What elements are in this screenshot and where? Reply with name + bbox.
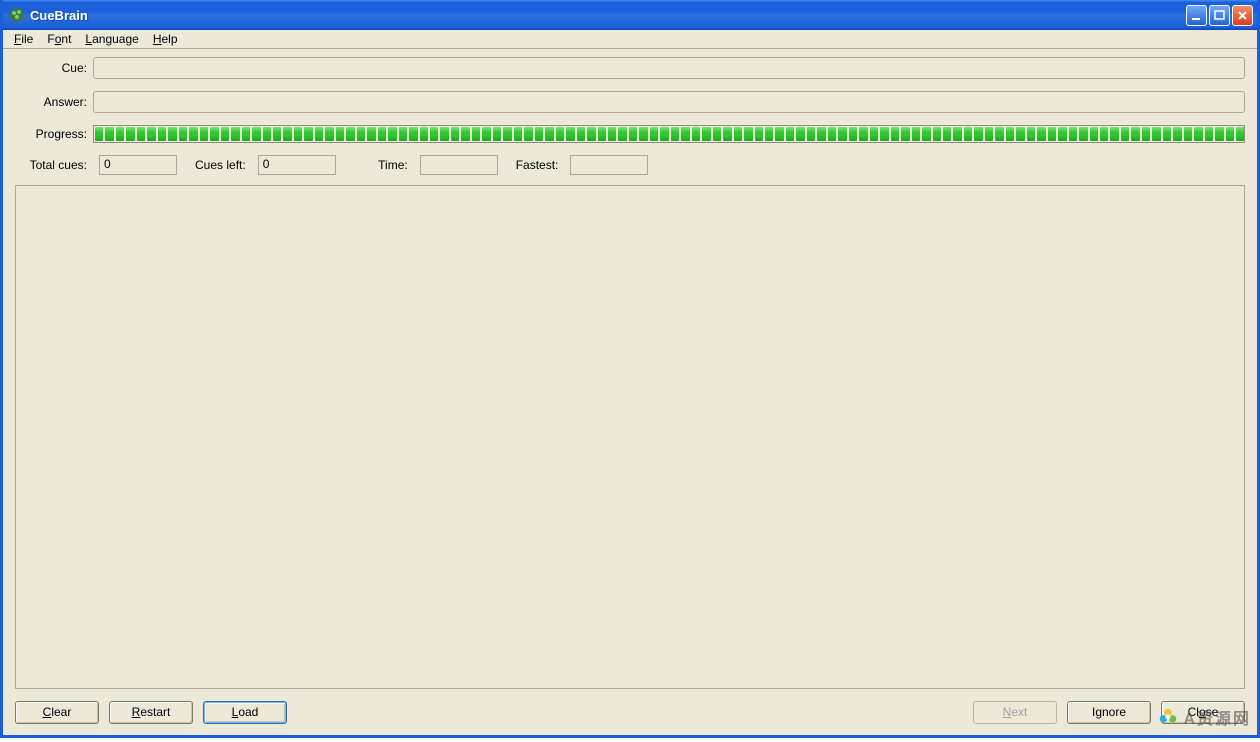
restart-button[interactable]: Restart (109, 701, 193, 724)
fastest-label: Fastest: (516, 158, 565, 172)
progress-row: Progress: (15, 125, 1245, 143)
time-value (420, 155, 498, 175)
total-cues-value: 0 (99, 155, 177, 175)
app-window: CueBrain File Font Language Help Cue: (0, 0, 1260, 738)
total-cues-label: Total cues: (15, 158, 93, 172)
button-bar: Clear Restart Load Next Ignore Close (15, 699, 1245, 725)
ignore-button[interactable]: Ignore (1067, 701, 1151, 724)
menu-font[interactable]: Font (40, 31, 78, 47)
answer-row: Answer: (15, 91, 1245, 113)
cues-left-label: Cues left: (195, 158, 252, 172)
menu-help[interactable]: Help (146, 31, 185, 47)
close-window-button[interactable] (1232, 5, 1253, 26)
progress-label: Progress: (15, 127, 93, 141)
menubar: File Font Language Help (3, 30, 1257, 49)
cue-field[interactable] (93, 57, 1245, 79)
client-area: Cue: Answer: Progress: Total cues: 0 (3, 49, 1257, 735)
cues-left-value: 0 (258, 155, 336, 175)
menu-language[interactable]: Language (78, 31, 145, 47)
fastest-value (570, 155, 648, 175)
app-icon (9, 7, 25, 23)
titlebar[interactable]: CueBrain (3, 0, 1257, 30)
cue-row: Cue: (15, 57, 1245, 79)
clear-button[interactable]: Clear (15, 701, 99, 724)
close-button[interactable]: Close (1161, 701, 1245, 724)
minimize-button[interactable] (1186, 5, 1207, 26)
menu-file[interactable]: File (7, 31, 40, 47)
maximize-button[interactable] (1209, 5, 1230, 26)
stats-row: Total cues: 0 Cues left: 0 Time: Fastest… (15, 155, 1245, 175)
cue-label: Cue: (15, 61, 93, 75)
answer-field[interactable] (93, 91, 1245, 113)
window-controls (1186, 5, 1253, 26)
answer-label: Answer: (15, 95, 93, 109)
time-label: Time: (354, 158, 414, 172)
load-button[interactable]: Load (203, 701, 287, 724)
form-rows: Cue: Answer: Progress: Total cues: 0 (15, 57, 1245, 175)
progress-bar (93, 125, 1245, 143)
window-title: CueBrain (30, 8, 1186, 23)
next-button[interactable]: Next (973, 701, 1057, 724)
main-content-area (15, 185, 1245, 689)
